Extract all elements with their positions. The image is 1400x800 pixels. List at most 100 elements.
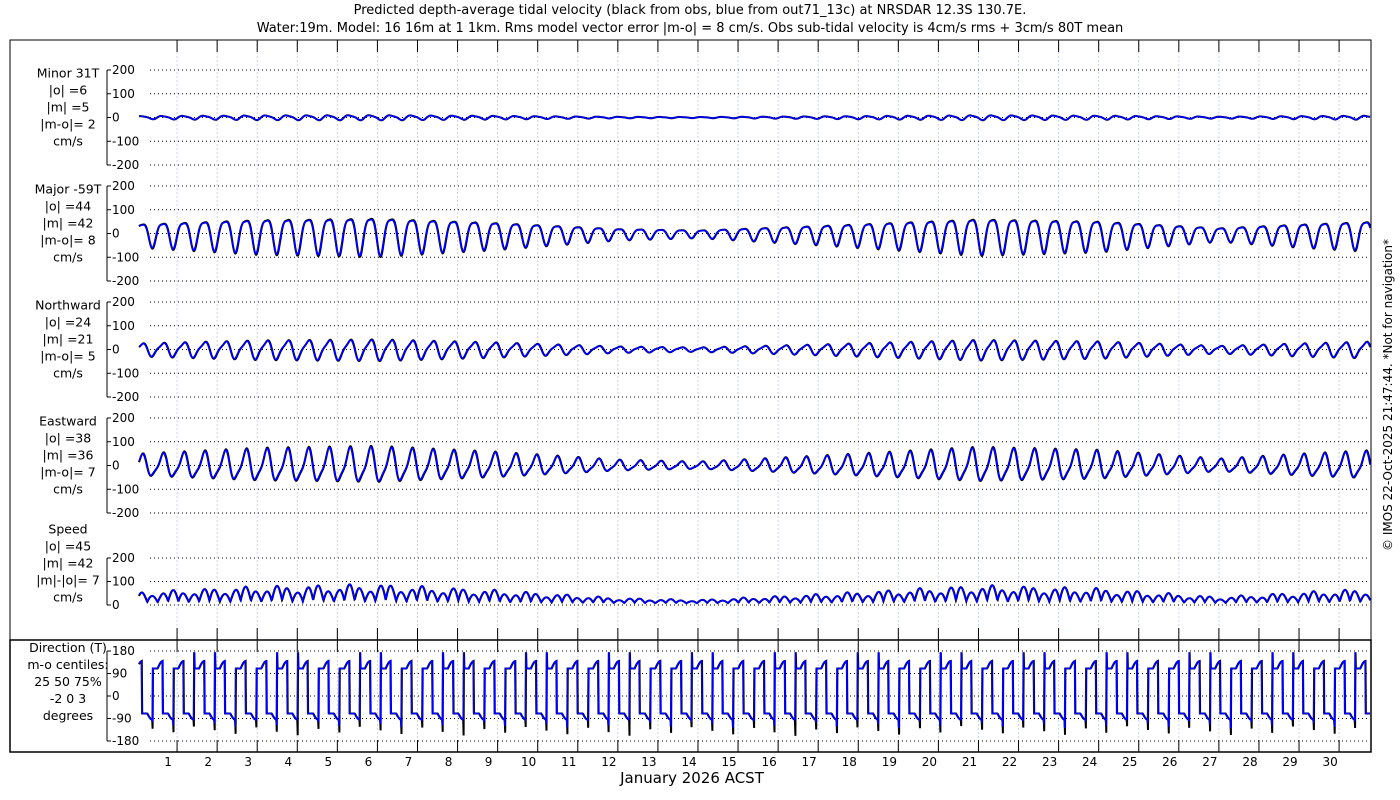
y-tick-label: 100 xyxy=(112,87,135,101)
y-tick-label: 100 xyxy=(112,319,135,333)
panel-label: Major -59T xyxy=(35,182,102,197)
panel-speed: Speed |o| =45 |m| =42 |m|-|o|= 7 cm/s 200 100 0 xyxy=(36,522,1371,612)
x-tick-label: 4 xyxy=(284,755,292,769)
y-tick-label: -180 xyxy=(112,734,139,748)
panel-label: m-o centiles: xyxy=(27,657,108,672)
y-tick-label: -100 xyxy=(112,482,139,496)
panel-label: cm/s xyxy=(53,590,83,605)
panel-label: |m| =21 xyxy=(43,332,94,347)
y-tick-label: 90 xyxy=(112,667,127,681)
y-tick-label: 0 xyxy=(112,343,120,357)
x-tick-label: 19 xyxy=(882,755,897,769)
panel-label: |m-o|= 7 xyxy=(40,465,95,480)
y-tick-label: 0 xyxy=(112,459,120,473)
x-tick-label: 24 xyxy=(1082,755,1097,769)
x-tick-label: 10 xyxy=(521,755,536,769)
panel-minor: Minor 31T |o| =6 |m| =5 |m-o|= 2 cm/s 200 100 0… xyxy=(37,63,1371,172)
x-tick-label: 23 xyxy=(1042,755,1057,769)
y-tick-label: 100 xyxy=(112,203,135,217)
panel-label: Minor 31T xyxy=(37,66,100,81)
panel-label: -2 0 3 xyxy=(50,691,86,706)
panel-label: degrees xyxy=(43,708,93,723)
y-tick-label: 200 xyxy=(112,179,135,193)
x-tick-label: 17 xyxy=(802,755,817,769)
y-tick-label: 100 xyxy=(112,575,135,589)
panel-east: Eastward |o| =38 |m| =36 |m-o|= 7 cm/s 200 100… xyxy=(39,411,1371,520)
x-tick-label: 22 xyxy=(1002,755,1017,769)
x-tick-label: 20 xyxy=(922,755,937,769)
panel-label: |o| =6 xyxy=(49,83,88,98)
x-tick-label: 14 xyxy=(681,755,696,769)
x-tick-label: 30 xyxy=(1322,755,1337,769)
panel-label: |m| =36 xyxy=(43,448,94,463)
panel-label: |m| =5 xyxy=(47,100,90,115)
panel-label: |o| =24 xyxy=(45,315,91,330)
y-tick-label: 0 xyxy=(112,111,120,125)
panel-label: |m-o|= 2 xyxy=(40,117,95,132)
x-tick-label: 12 xyxy=(601,755,616,769)
x-tick-label: 13 xyxy=(641,755,656,769)
panel-label: |o| =38 xyxy=(45,431,91,446)
x-tick-label: 9 xyxy=(485,755,493,769)
east-model-line xyxy=(138,446,1371,482)
upper-frame xyxy=(9,39,1372,641)
x-tick-label: 25 xyxy=(1122,755,1137,769)
chart-title: Predicted depth-average tidal velocity (… xyxy=(354,3,1027,18)
chart-subtitle: Water:19m. Model: 16 16m at 1 1km. Rms m… xyxy=(257,21,1124,36)
x-tick-label: 28 xyxy=(1242,755,1257,769)
x-tick-label: 16 xyxy=(761,755,776,769)
x-axis-label: January 2026 ACST xyxy=(619,769,765,787)
y-tick-label: 200 xyxy=(112,63,135,77)
panel-label: cm/s xyxy=(53,482,83,497)
x-tick-label: 21 xyxy=(962,755,977,769)
major-model-line xyxy=(138,218,1371,257)
panel-label: |m| =42 xyxy=(43,216,94,231)
y-tick-label: -200 xyxy=(112,158,139,172)
speed-model-line xyxy=(138,583,1371,605)
y-tick-label: -200 xyxy=(112,274,139,288)
panel-label: |m| =42 xyxy=(43,556,94,571)
panel-label: |m|-|o|= 7 xyxy=(36,573,100,588)
x-tick-label: 11 xyxy=(561,755,576,769)
x-tick-label: 1 xyxy=(164,755,172,769)
panel-label: Direction (T) xyxy=(29,640,107,655)
y-tick-label: -100 xyxy=(112,134,139,148)
panel-label: cm/s xyxy=(53,366,83,381)
y-tick-label: -90 xyxy=(112,712,132,726)
panel-label: |m-o|= 5 xyxy=(40,349,95,364)
y-tick-label: 0 xyxy=(112,227,120,241)
panel-label: |o| =44 xyxy=(45,199,91,214)
x-tick-label: 29 xyxy=(1282,755,1297,769)
y-tick-label: 180 xyxy=(112,644,135,658)
panel-label: cm/s xyxy=(53,250,83,265)
x-tick-label: 6 xyxy=(365,755,373,769)
panel-label: |m-o|= 8 xyxy=(40,233,95,248)
y-tick-label: -100 xyxy=(112,366,139,380)
y-tick-label: 200 xyxy=(112,295,135,309)
panel-label: Northward xyxy=(35,298,101,313)
y-tick-label: -200 xyxy=(112,506,139,520)
panel-label: 25 50 75% xyxy=(34,674,102,689)
x-tick-label: 2 xyxy=(204,755,212,769)
x-tick-label: 5 xyxy=(325,755,333,769)
panel-north: Northward |o| =24 |m| =21 |m-o|= 5 cm/s 200 10… xyxy=(35,295,1371,404)
direction-model-line xyxy=(138,652,1370,729)
panel-label: cm/s xyxy=(53,134,83,149)
y-tick-label: 200 xyxy=(112,411,135,425)
credit-text: © IMOS 22-Oct-2025 21:47:44. *Not for na… xyxy=(1381,239,1395,551)
y-tick-label: -100 xyxy=(112,250,139,264)
panel-label: Speed xyxy=(48,522,87,537)
y-tick-label: 200 xyxy=(112,551,135,565)
y-tick-label: 0 xyxy=(112,598,120,612)
y-tick-label: -200 xyxy=(112,390,139,404)
panel-label: Eastward xyxy=(39,414,97,429)
x-tick-label: 3 xyxy=(244,755,252,769)
tidal-velocity-chart: Predicted depth-average tidal velocity (… xyxy=(9,3,1395,787)
north-obs-line xyxy=(138,338,1371,363)
x-tick-label: 26 xyxy=(1162,755,1177,769)
y-tick-label: 100 xyxy=(112,435,135,449)
x-tick-label: 27 xyxy=(1202,755,1217,769)
panel-direction: Direction (T) m-o centiles: 25 50 75% -2 0 … xyxy=(27,640,1370,748)
panel-label: |o| =45 xyxy=(45,539,91,554)
y-tick-label: 0 xyxy=(112,689,120,703)
